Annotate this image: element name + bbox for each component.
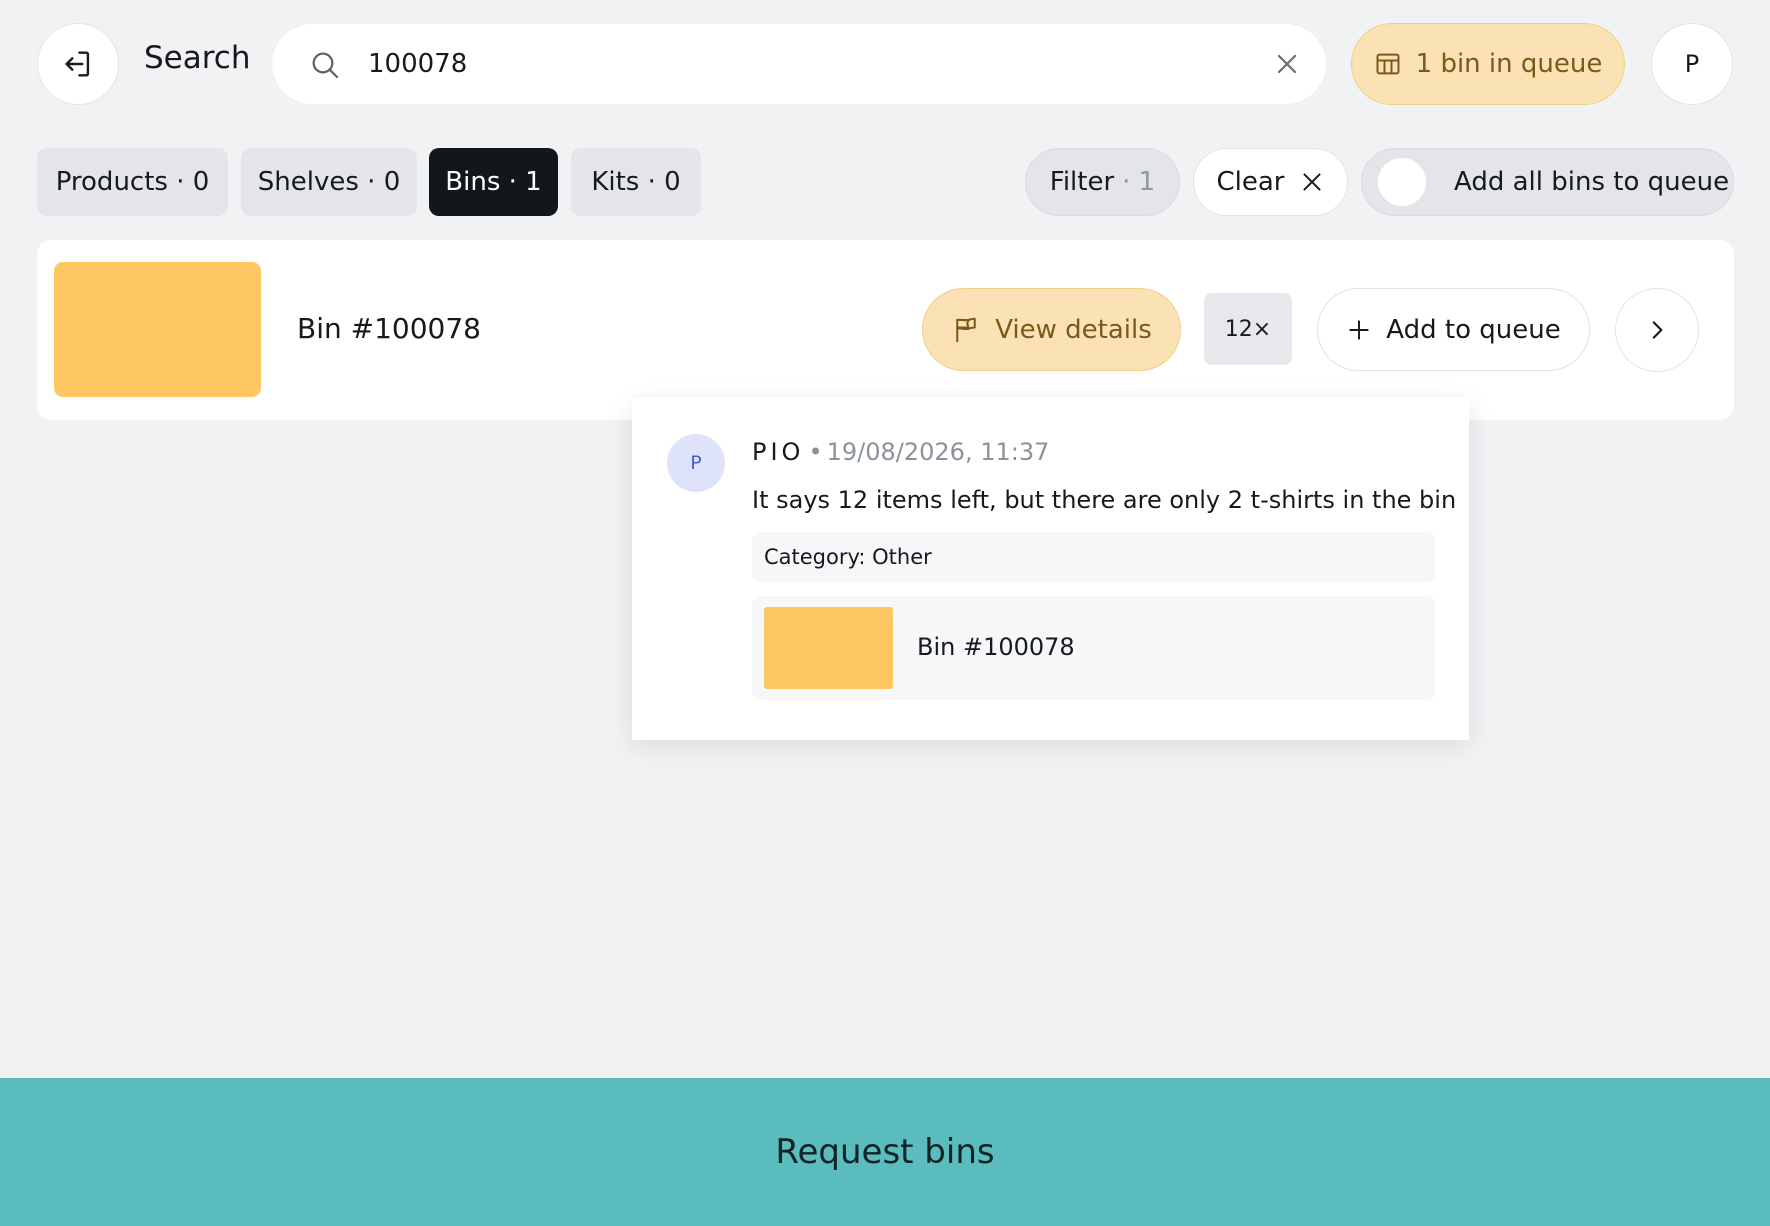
plus-icon <box>1349 319 1369 340</box>
bin-title: Bin #100078 <box>297 312 481 345</box>
linked-bin-card[interactable]: Bin #100078 <box>752 596 1435 700</box>
open-bin-button[interactable] <box>1615 288 1699 372</box>
queue-status-button[interactable]: 1 bin in queue <box>1351 23 1625 105</box>
toggle-knob[interactable] <box>1378 158 1426 206</box>
view-details-label: View details <box>995 314 1152 345</box>
close-icon[interactable] <box>1271 48 1303 80</box>
view-details-button[interactable]: View details <box>922 288 1181 371</box>
comment-timestamp: 19/08/2026, 11:37 <box>826 438 1050 466</box>
comment-category: Category: Other <box>752 532 1435 582</box>
clear-filters-button[interactable]: Clear <box>1193 148 1348 216</box>
close-icon <box>1302 173 1321 191</box>
page-title: Search <box>144 40 251 76</box>
tab-products[interactable]: Products · 0 <box>37 148 228 216</box>
linked-bin-title: Bin #100078 <box>917 633 1075 661</box>
bin-color-swatch <box>54 262 261 397</box>
result-row[interactable]: Bin #100078 View details 12× Add to queu… <box>37 240 1734 420</box>
quantity-badge: 12× <box>1204 293 1292 365</box>
comment-meta: PIO • 19/08/2026, 11:37 <box>752 438 1049 466</box>
add-to-queue-button[interactable]: Add to queue <box>1317 288 1590 371</box>
tab-shelves[interactable]: Shelves · 0 <box>241 148 417 216</box>
tab-kits[interactable]: Kits · 0 <box>571 148 701 216</box>
add-all-label: Add all bins to queue <box>1454 167 1730 197</box>
popover-arrow <box>1028 378 1076 399</box>
profile-initial: P <box>1684 50 1700 78</box>
linked-bin-swatch <box>764 607 893 689</box>
meta-separator: • <box>808 438 823 466</box>
search-input[interactable]: 100078 <box>368 49 467 79</box>
add-to-queue-label: Add to queue <box>1386 314 1561 345</box>
search-icon <box>312 52 339 79</box>
comment-text: It says 12 items left, but there are onl… <box>752 486 1457 514</box>
avatar: P <box>667 434 725 492</box>
tab-bins[interactable]: Bins · 1 <box>429 148 558 216</box>
bins-grid-icon <box>1376 53 1400 75</box>
chevron-right-icon <box>1652 321 1663 339</box>
comment-author: PIO <box>752 438 805 466</box>
filter-count: · 1 <box>1122 167 1156 197</box>
filter-button[interactable]: Filter · 1 <box>1025 148 1180 216</box>
filter-label: Filter <box>1049 167 1115 197</box>
flag-icon <box>956 317 976 342</box>
queue-status-label: 1 bin in queue <box>1415 49 1603 79</box>
add-all-bins-toggle[interactable]: Add all bins to queue <box>1361 148 1734 216</box>
request-bins-button[interactable]: Request bins <box>0 1078 1770 1226</box>
details-popover: P PIO • 19/08/2026, 11:37 It says 12 items… <box>632 398 1469 740</box>
back-button[interactable] <box>37 23 119 105</box>
clear-label: Clear <box>1216 167 1285 197</box>
exit-icon <box>65 51 90 77</box>
search-field[interactable]: 100078 <box>271 23 1327 105</box>
profile-button[interactable]: P <box>1651 23 1733 105</box>
